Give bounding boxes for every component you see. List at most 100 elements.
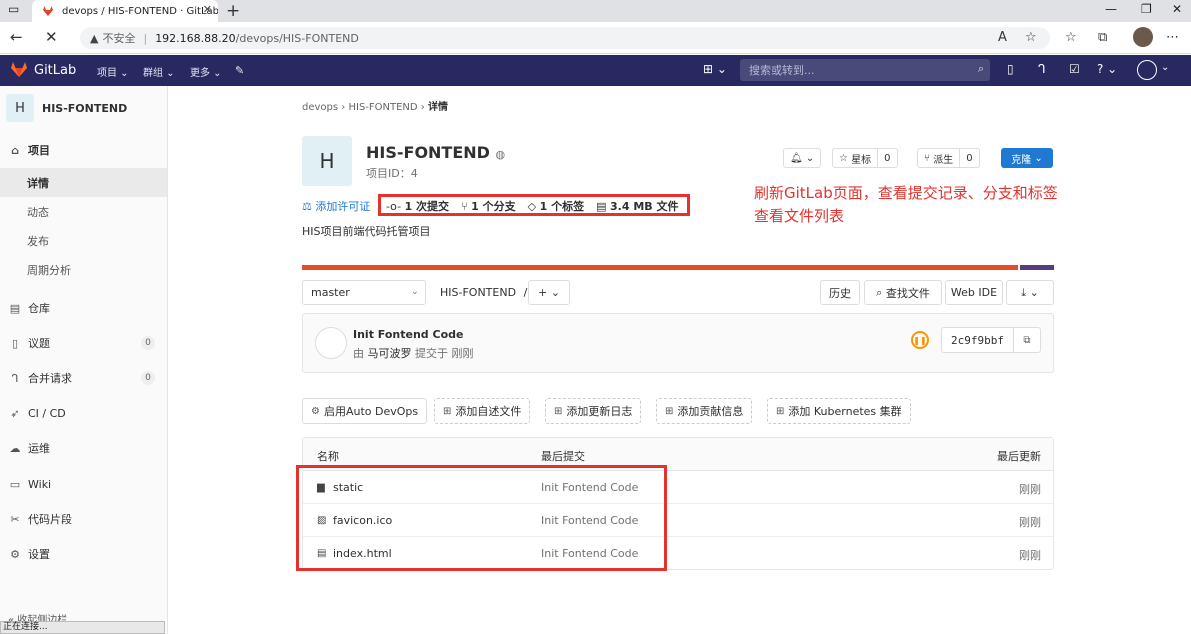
sidebar-subitem-details[interactable]: 详情	[0, 168, 167, 197]
sidebar-item-ci-cd[interactable]: ➶ CI / CD	[0, 398, 167, 428]
breadcrumb-current[interactable]: 详情	[428, 102, 448, 113]
file-last-update: 刚刚	[1019, 549, 1041, 562]
fork-icon: ⑂	[924, 152, 930, 164]
plus-square-icon: ⊞	[443, 405, 452, 417]
tab-close-icon[interactable]: ✕	[203, 3, 212, 16]
help-icon[interactable]: ? ⌄	[1097, 62, 1117, 76]
annotation-text-line2: 查看文件列表	[754, 207, 845, 225]
download-icon: ⤓	[1021, 285, 1027, 299]
admin-wrench-icon[interactable]: ✎	[235, 64, 244, 77]
scale-icon: ⚖	[302, 200, 312, 213]
commit-title[interactable]: Init Fontend Code	[353, 328, 463, 341]
sidebar-subitem-releases[interactable]: 发布	[0, 226, 167, 255]
star-count[interactable]: 0	[877, 149, 896, 167]
new-tab-button[interactable]: +	[226, 0, 240, 22]
add-contributing-button[interactable]: ⊞ 添加贡献信息	[656, 398, 753, 424]
sidebar-item-wiki[interactable]: ▭ Wiki	[0, 469, 167, 499]
sidebar-item-settings[interactable]: ⚙ 设置	[0, 539, 167, 569]
breadcrumb-project[interactable]: HIS-FONTEND	[348, 102, 417, 113]
project-description: HIS项目前端代码托管项目	[302, 225, 431, 238]
collections-icon[interactable]: ⧉	[1098, 30, 1107, 45]
merge-requests-icon[interactable]: ᒉ	[1038, 62, 1046, 76]
repo-path-root[interactable]: HIS-FONTEND	[440, 286, 516, 299]
issues-count-badge: 0	[141, 336, 155, 350]
pipeline-status-icon[interactable]: ❚❚	[911, 331, 929, 349]
close-window-icon[interactable]: ✕	[1172, 2, 1182, 16]
language-bar[interactable]	[302, 265, 1054, 270]
add-readme-button[interactable]: ⊞ 添加自述文件	[434, 398, 531, 424]
menu-more[interactable]: 更多 ⌄	[190, 64, 222, 79]
new-plus-icon[interactable]: ⊞ ⌄	[703, 62, 727, 76]
issues-board-icon[interactable]: ▯	[1007, 62, 1014, 76]
sidebar-item-merge-requests[interactable]: ᒉ 合并请求 0	[0, 363, 167, 393]
menu-groups[interactable]: 群组 ⌄	[143, 64, 175, 79]
search-icon: ⌕	[977, 62, 984, 75]
add-changelog-button[interactable]: ⊞ 添加更新日志	[545, 398, 642, 424]
security-label: 不安全	[102, 32, 136, 45]
sidebar-item-issues[interactable]: ▯ 议题 0	[0, 328, 167, 358]
project-id: 项目ID：4	[366, 167, 418, 180]
sidebar-item-repository[interactable]: ▤ 仓库	[0, 293, 167, 323]
back-icon[interactable]: ←	[10, 28, 23, 46]
commit-author[interactable]: 马可波罗	[368, 347, 412, 360]
user-avatar-icon[interactable]	[1137, 60, 1157, 80]
browser-tab-strip: ▭ devops / HIS-FONTEND · GitLab ✕ + — ❐ …	[0, 0, 1191, 22]
file-last-update: 刚刚	[1019, 516, 1041, 529]
commit-sha[interactable]: 2c9f9bbf	[942, 328, 1014, 352]
branch-selector[interactable]: master ⌄	[302, 280, 426, 305]
stop-loading-icon[interactable]: ✕	[45, 28, 58, 46]
web-ide-button[interactable]: Web IDE	[945, 280, 1003, 305]
sidebar-item-operations[interactable]: ☁ 运维	[0, 433, 167, 463]
address-bar: ← ✕ ▲ 不安全 | 192.168.88.20/devops/HIS-FON…	[0, 22, 1191, 54]
user-menu-chevron-icon[interactable]: ⌄	[1161, 62, 1169, 73]
sidebar-project-name: HIS-FONTEND	[42, 101, 128, 115]
search-icon: ⌕	[876, 285, 883, 299]
status-bar: 正在连接...	[0, 621, 165, 634]
sidebar-item-snippets[interactable]: ✂ 代码片段	[0, 504, 167, 534]
star-button[interactable]: ☆ 星标 0	[832, 148, 898, 168]
copy-icon[interactable]: ⧉	[1014, 328, 1040, 352]
sidebar-subitem-activity[interactable]: 动态	[0, 197, 167, 226]
file-last-update: 刚刚	[1019, 483, 1041, 496]
star-icon: ☆	[839, 152, 848, 164]
minimize-icon[interactable]: —	[1105, 2, 1117, 16]
fork-count[interactable]: 0	[959, 149, 978, 167]
enable-auto-devops-button[interactable]: ⚙ 启用Auto DevOps	[302, 398, 428, 424]
breadcrumb-group[interactable]: devops	[302, 102, 338, 113]
more-menu-icon[interactable]: ⋯	[1166, 30, 1179, 45]
profile-avatar-icon[interactable]	[1133, 27, 1153, 47]
merge-requests-count-badge: 0	[141, 371, 155, 385]
url-field[interactable]: ▲ 不安全 | 192.168.88.20/devops/HIS-FONTEND	[80, 27, 1050, 49]
todo-icon[interactable]: ☑	[1069, 62, 1080, 76]
sidebar-project-header[interactable]: H HIS-FONTEND	[6, 94, 127, 122]
read-aloud-icon[interactable]: A	[998, 30, 1007, 45]
notification-button[interactable]: 🔔︎ ⌄	[783, 148, 822, 168]
chevron-down-icon: ⌄	[1034, 152, 1043, 164]
history-button[interactable]: 历史	[820, 280, 860, 305]
favorites-icon[interactable]: ☆	[1065, 30, 1077, 45]
repo-path-separator: /	[523, 286, 528, 299]
favorite-star-icon[interactable]: ☆	[1025, 30, 1037, 45]
sidebar-project-avatar: H	[6, 94, 34, 122]
add-license-link[interactable]: ⚖ 添加许可证	[302, 198, 370, 214]
gear-icon: ⚙	[10, 547, 20, 561]
download-button[interactable]: ⤓ ⌄	[1006, 280, 1054, 305]
browser-tab[interactable]: devops / HIS-FONTEND · GitLab ✕	[32, 0, 218, 22]
clone-button[interactable]: 克隆 ⌄	[1001, 148, 1053, 168]
sidebar-subitem-cycle-analytics[interactable]: 周期分析	[0, 255, 167, 284]
repo-path: HIS-FONTEND /	[440, 286, 527, 299]
maximize-icon[interactable]: ❐	[1141, 2, 1152, 16]
commit-author-avatar[interactable]	[315, 327, 347, 359]
fork-button[interactable]: ⑂ 派生 0	[917, 148, 980, 168]
add-file-dropdown[interactable]: + ⌄	[528, 280, 570, 305]
sidebar-item-project[interactable]: ⌂ 项目	[0, 135, 167, 165]
gitlab-favicon-icon	[43, 6, 53, 16]
gitlab-brand[interactable]: GitLab	[10, 61, 76, 79]
annotation-box-files	[296, 465, 667, 571]
add-kubernetes-cluster-button[interactable]: ⊞ 添加 Kubernetes 集群	[767, 398, 911, 424]
gitlab-header: GitLab 项目 ⌄ 群组 ⌄ 更多 ⌄ ✎ ⊞ ⌄ 搜索或转到... ⌕ ▯…	[0, 55, 1191, 86]
window-menu-icon[interactable]: ▭	[8, 2, 19, 16]
find-file-button[interactable]: ⌕ 查找文件	[864, 280, 942, 305]
search-input[interactable]: 搜索或转到... ⌕	[740, 59, 990, 81]
menu-projects[interactable]: 项目 ⌄	[97, 64, 129, 79]
